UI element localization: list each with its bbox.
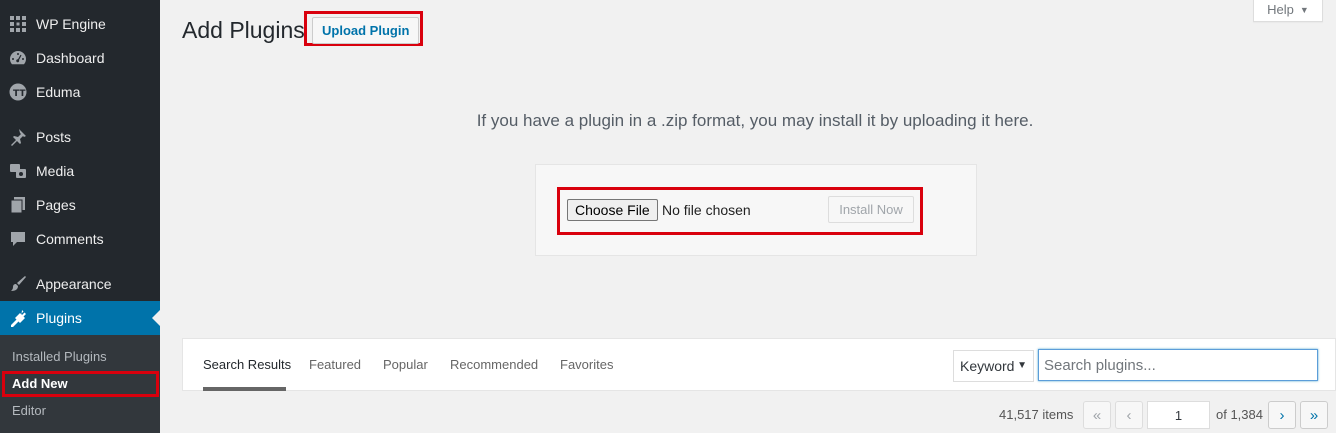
items-count: 41,517 items [999,407,1074,422]
pages-icon [0,196,36,214]
help-label: Help [1267,2,1294,17]
eduma-icon: TT [0,83,36,101]
choose-file-button[interactable]: Choose File [567,199,658,221]
sidebar-item-media[interactable]: Media [0,154,160,188]
sidebar-item-label: Posts [36,129,72,145]
sidebar-item-label: Pages [36,197,76,213]
install-now-button[interactable]: Install Now [828,196,914,223]
sidebar-item-label: Appearance [36,276,112,292]
sidebar-item-wp-engine[interactable]: WP Engine [0,7,160,41]
tab-featured[interactable]: Featured [309,357,361,372]
pushpin-icon [0,128,36,146]
first-page-button[interactable]: « [1083,401,1111,429]
sidebar-item-label: WP Engine [36,16,106,32]
submenu-item-editor[interactable]: Editor [12,403,46,418]
paintbrush-icon [0,275,36,293]
search-plugins-input[interactable] [1038,349,1318,381]
tab-popular[interactable]: Popular [383,357,428,372]
current-page-input[interactable] [1147,401,1210,429]
sidebar-item-eduma[interactable]: TT Eduma [0,75,160,109]
wp-engine-icon [0,15,36,33]
last-page-button[interactable]: » [1300,401,1328,429]
svg-text:TT: TT [13,89,26,99]
tab-favorites[interactable]: Favorites [560,357,613,372]
sidebar-item-comments[interactable]: Comments [0,222,160,256]
sidebar-item-label: Media [36,163,75,179]
tab-search-results[interactable]: Search Results [203,357,291,372]
upload-plugin-button[interactable]: Upload Plugin [312,17,420,44]
media-icon [0,162,36,180]
total-pages: of 1,384 [1216,407,1263,422]
search-type-value: Keyword [960,358,1015,374]
help-tab[interactable]: Help ▼ [1253,0,1323,22]
sidebar-item-posts[interactable]: Posts [0,120,160,154]
sidebar-item-label: Dashboard [36,50,105,66]
caret-down-icon: ▼ [1299,4,1309,15]
page-title: Add Plugins [182,17,305,43]
sidebar-item-appearance[interactable]: Appearance [0,267,160,301]
caret-down-icon: ▼ [1017,360,1027,371]
prev-page-button[interactable]: ‹ [1115,401,1143,429]
next-page-button[interactable]: › [1268,401,1296,429]
tab-recommended[interactable]: Recommended [450,357,538,372]
active-indicator [152,310,160,326]
sidebar-item-label: Comments [36,231,104,247]
sidebar-item-dashboard[interactable]: Dashboard [0,41,160,75]
admin-sidebar: WP Engine Dashboard TT Eduma Posts Media… [0,0,160,433]
active-tab-underline [203,387,286,391]
highlight-add-new [2,371,159,397]
comments-icon [0,230,36,248]
sidebar-item-label: Eduma [36,84,81,100]
sidebar-item-plugins[interactable]: Plugins [0,301,160,335]
dashboard-icon [0,49,36,67]
plugins-icon [0,309,36,327]
sidebar-item-label: Plugins [36,310,82,326]
sidebar-item-pages[interactable]: Pages [0,188,160,222]
search-type-select[interactable]: Keyword ▼ [953,350,1034,382]
file-status-text: No file chosen [662,202,751,218]
submenu-item-installed-plugins[interactable]: Installed Plugins [12,349,107,364]
upload-description: If you have a plugin in a .zip format, y… [476,111,1034,130]
